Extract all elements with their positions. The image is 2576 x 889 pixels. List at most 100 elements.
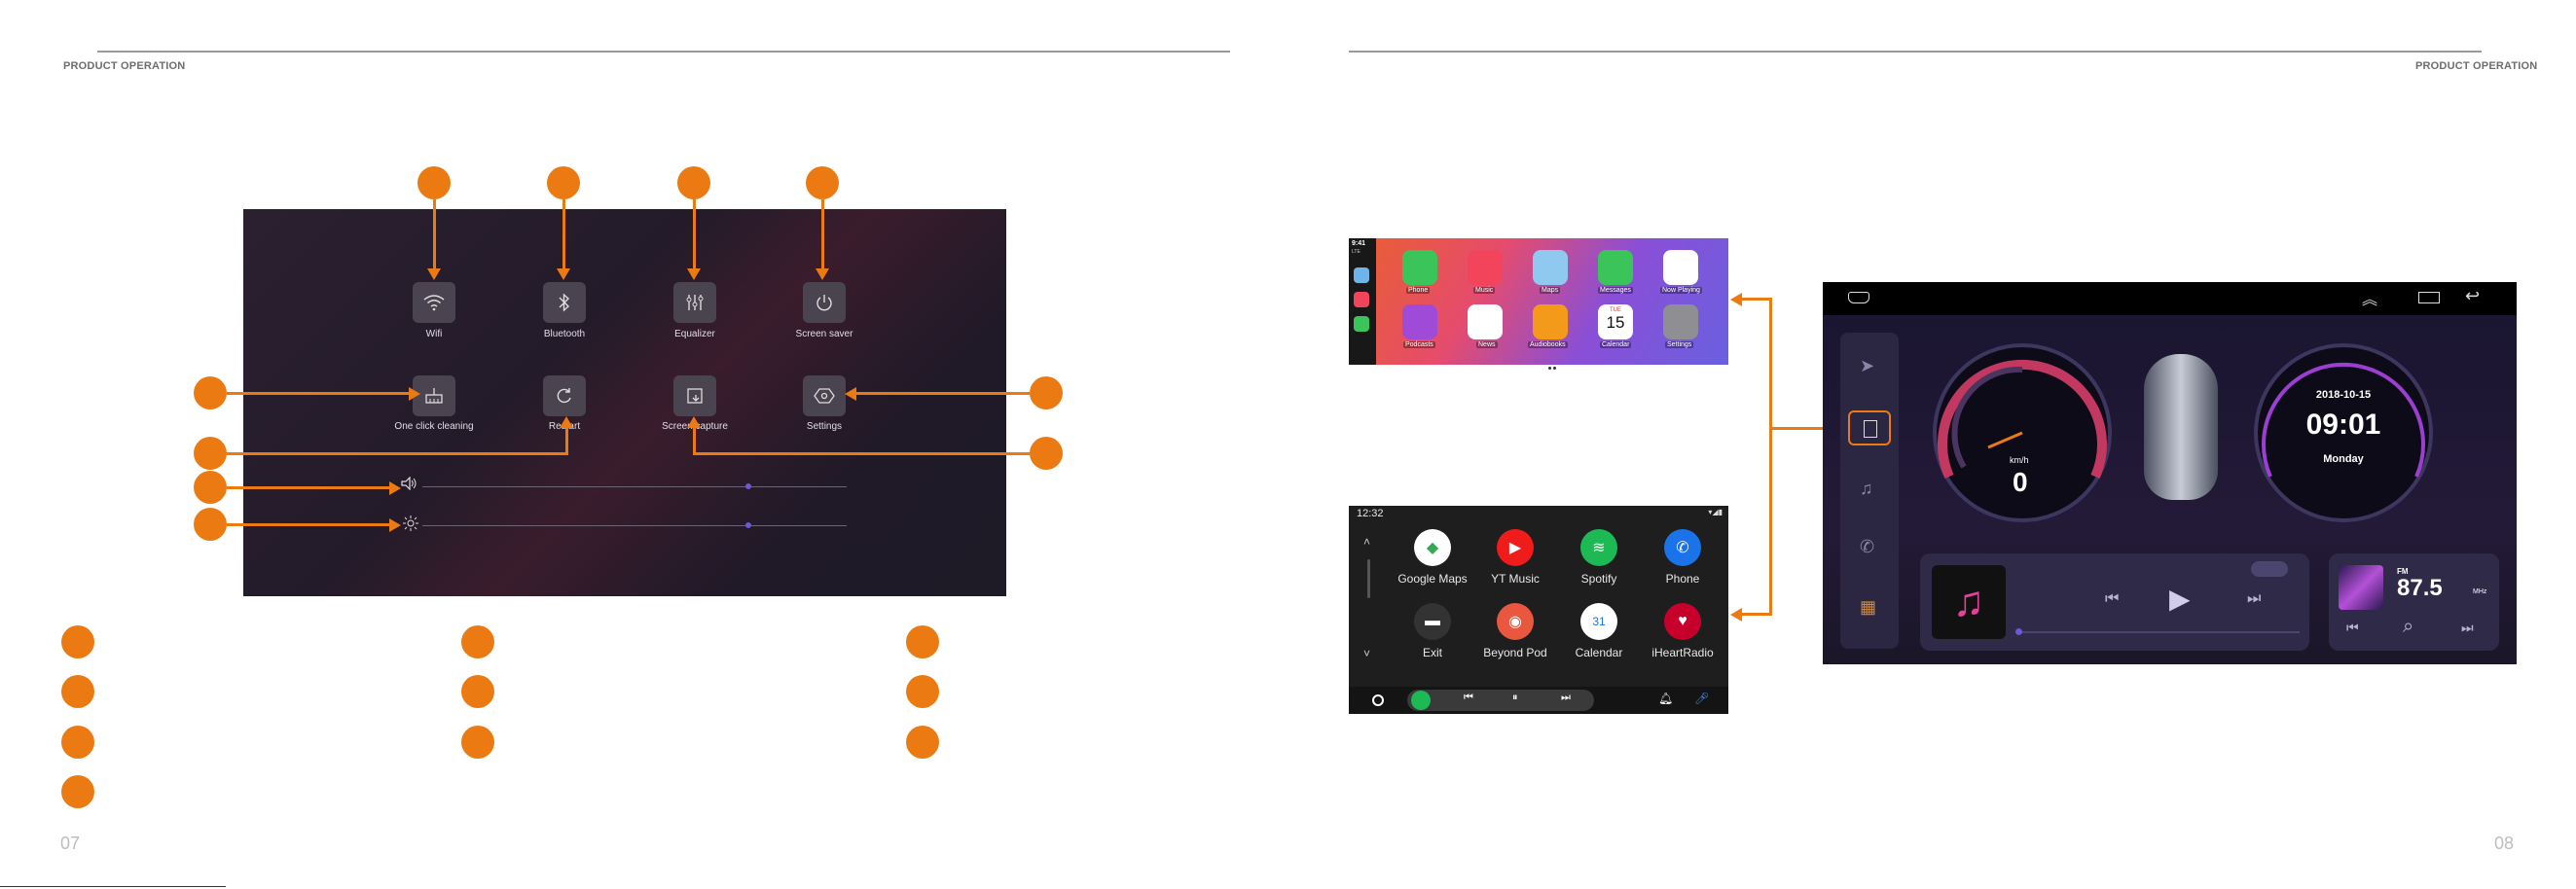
- hu-nav-icon[interactable]: ➤: [1860, 356, 1874, 376]
- hu-speed-unit: km/h: [2010, 455, 2029, 465]
- aa-bell-icon[interactable]: 🔔︎: [1658, 692, 1673, 705]
- carplay-side-phone[interactable]: [1354, 316, 1369, 332]
- brightness-slider[interactable]: [422, 525, 847, 526]
- hu-call-icon[interactable]: ✆: [1860, 537, 1874, 557]
- callout-line-wifi: [433, 199, 436, 270]
- carplay-podcasts-app[interactable]: [1402, 304, 1437, 339]
- carplay-now-playing-app[interactable]: [1663, 250, 1698, 285]
- quick-settings-panel: Wifi Bluetooth Equalizer Screen saver On…: [243, 209, 1006, 596]
- aa-scrollbar[interactable]: [1367, 559, 1370, 598]
- carplay-settings-app[interactable]: [1663, 304, 1698, 339]
- page-number-left: 07: [60, 834, 81, 853]
- carplay-time: 9:41: [1352, 240, 1366, 247]
- legend-dot-3: [61, 726, 94, 759]
- radio-search-icon[interactable]: ⌕: [2403, 616, 2413, 638]
- carplay-side-maps[interactable]: [1354, 267, 1369, 283]
- carplay-now-playing-label: Now Playing: [1660, 287, 1702, 294]
- carplay-music-label: Music: [1473, 287, 1496, 294]
- hu-weekday: Monday: [2323, 453, 2364, 465]
- calendar-icon[interactable]: 31: [1580, 603, 1617, 640]
- callout-arrow-settings: [845, 387, 856, 401]
- connector-android: [1742, 613, 1772, 616]
- header-rule-left: [97, 51, 1230, 53]
- hu-home-icon[interactable]: [1848, 292, 1869, 303]
- exit-car-icon[interactable]: ▬: [1414, 603, 1451, 640]
- car-image: [2144, 354, 2218, 500]
- callout-line-brightness: [227, 523, 392, 526]
- next-track-icon[interactable]: ⏭: [2247, 590, 2261, 608]
- settings-icon: [814, 388, 835, 404]
- phone-icon[interactable]: ✆: [1664, 529, 1701, 566]
- hu-multitask-icon[interactable]: [2418, 292, 2440, 303]
- beyond-pod-icon[interactable]: ◉: [1497, 603, 1534, 640]
- carplay-music-app[interactable]: [1468, 250, 1503, 285]
- restart-icon: [557, 388, 571, 404]
- hu-back-icon[interactable]: ↩: [2465, 286, 2480, 306]
- radio-next-icon[interactable]: ⏭: [2461, 620, 2474, 636]
- play-icon[interactable]: ▶: [2169, 583, 2191, 615]
- legend-dot-5: [461, 625, 494, 658]
- wifi-label: Wifi: [425, 329, 443, 339]
- hu-collapse-icon[interactable]: ︽: [2362, 286, 2377, 309]
- callout-dot-cleaning: [194, 376, 227, 409]
- aa-scroll-up-icon[interactable]: ˄: [1363, 535, 1370, 549]
- carplay-messages-label: Messages: [1598, 287, 1633, 294]
- carplay-messages-app[interactable]: [1598, 250, 1633, 285]
- google-maps-icon[interactable]: ◆: [1414, 529, 1451, 566]
- callout-dot-bluetooth: [547, 166, 580, 199]
- radio-prev-icon[interactable]: ⏮: [2346, 620, 2359, 636]
- prev-track-icon[interactable]: ⏮: [2105, 590, 2119, 608]
- settings-button[interactable]: [803, 375, 846, 416]
- restart-button[interactable]: [543, 375, 586, 416]
- screen-saver-button[interactable]: [803, 282, 846, 323]
- music-progress-knob[interactable]: [2015, 628, 2022, 635]
- callout-dot-wifi: [417, 166, 451, 199]
- music-progress-bar[interactable]: [2017, 631, 2300, 633]
- brightness-slider-knob[interactable]: [745, 522, 751, 528]
- aa-prev-icon[interactable]: ⏮: [1464, 692, 1473, 704]
- screenshot-icon: [687, 388, 703, 404]
- carplay-home-icon[interactable]: [1354, 347, 1367, 361]
- power-icon: [816, 295, 832, 311]
- iheartradio-icon[interactable]: ♥: [1664, 603, 1701, 640]
- callout-arrow-wifi: [427, 268, 441, 280]
- equalizer-label: Equalizer: [674, 329, 715, 339]
- aa-home-icon[interactable]: [1372, 694, 1384, 706]
- carplay-page-dots: [1548, 357, 1562, 370]
- aa-time: 12:32: [1357, 508, 1384, 519]
- aa-next-icon[interactable]: ⏭: [1561, 692, 1571, 704]
- carplay-audiobooks-app[interactable]: [1533, 304, 1568, 339]
- wifi-button[interactable]: [413, 282, 455, 323]
- aa-scroll-down-icon[interactable]: ˅: [1363, 647, 1370, 660]
- carplay-phone-app[interactable]: [1402, 250, 1437, 285]
- equalizer-button[interactable]: [673, 282, 716, 323]
- volume-slider[interactable]: [422, 486, 847, 487]
- callout-line-settings: [856, 392, 1030, 395]
- screen-saver-label: Screen saver: [795, 329, 853, 339]
- hu-music-icon[interactable]: ♫: [1860, 479, 1873, 499]
- spotify-icon[interactable]: ≋: [1580, 529, 1617, 566]
- screen-capture-button[interactable]: [673, 375, 716, 416]
- hu-phone-link-icon[interactable]: [1848, 410, 1891, 445]
- bluetooth-button[interactable]: [543, 282, 586, 323]
- aa-mic-icon[interactable]: 🎤︎: [1694, 692, 1709, 705]
- callout-line-bluetooth: [562, 199, 565, 270]
- aa-bottom-bar: ⏮ ⏸ ⏭ 🔔︎ 🎤︎: [1349, 687, 1728, 714]
- carplay-news-app[interactable]: [1468, 304, 1503, 339]
- carplay-side-music[interactable]: [1354, 292, 1369, 307]
- hu-apps-icon[interactable]: ▦: [1860, 597, 1876, 618]
- yt-music-icon[interactable]: ▶: [1497, 529, 1534, 566]
- legend-dot-9: [906, 675, 939, 708]
- callout-arrow-bluetooth: [557, 268, 570, 280]
- volume-icon: [401, 477, 417, 490]
- carplay-audiobooks-label: Audiobooks: [1528, 341, 1568, 348]
- connector-carplay-arrow: [1730, 293, 1742, 306]
- callout-line-volume: [227, 486, 392, 489]
- aa-pause-icon[interactable]: ⏸: [1512, 692, 1518, 704]
- carplay-maps-app[interactable]: [1533, 250, 1568, 285]
- aa-spotify-mini-icon[interactable]: [1411, 691, 1431, 710]
- carplay-calendar-app[interactable]: TUE 15: [1598, 304, 1633, 339]
- volume-slider-knob[interactable]: [745, 483, 751, 489]
- connector-vertical: [1769, 298, 1772, 615]
- hu-sidebar: ➤ ♫ ✆ ▦: [1840, 333, 1899, 649]
